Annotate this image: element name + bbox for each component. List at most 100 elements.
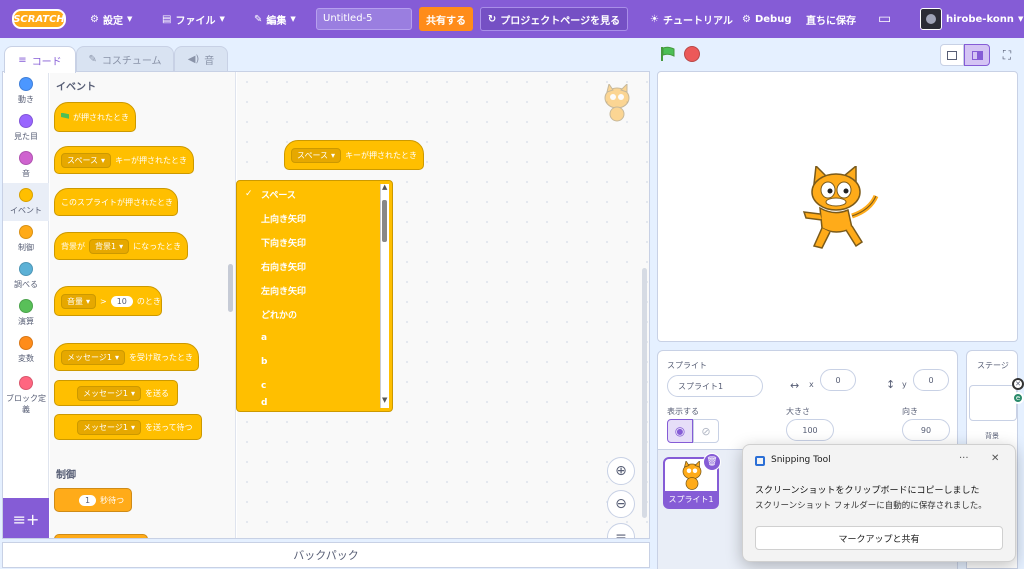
dropdown-item[interactable]: ✓ スペース bbox=[237, 182, 383, 206]
key-dropdown-open[interactable]: スペース ▾ bbox=[291, 147, 342, 163]
dropdown-item[interactable]: 左向き矢印 bbox=[237, 278, 383, 302]
hide-sprite-button[interactable]: ⊘ bbox=[693, 419, 719, 443]
category-my-blocks[interactable]: ブロック定義 bbox=[3, 372, 49, 418]
folder-icon[interactable]: ▭ bbox=[878, 0, 891, 38]
block-partial[interactable] bbox=[54, 534, 148, 538]
edit-menu[interactable]: ✎ 編集 ▼ bbox=[254, 0, 296, 38]
sprite-name-field[interactable]: スプライト1 bbox=[667, 375, 763, 397]
trash-icon[interactable]: 🗑 bbox=[703, 453, 721, 471]
dropdown-item[interactable]: a bbox=[237, 326, 383, 350]
y-field[interactable]: 0 bbox=[913, 369, 949, 391]
category-label: 見た目 bbox=[14, 132, 38, 141]
dropdown-item-label: 上向き矢印 bbox=[261, 214, 307, 225]
category-operators[interactable]: 演算 bbox=[3, 294, 49, 332]
category-label: イベント bbox=[10, 206, 42, 215]
project-title-input[interactable]: Untitled-5 bbox=[316, 8, 412, 30]
dropdown-scroll-thumb[interactable] bbox=[382, 200, 387, 242]
more-options-icon[interactable]: ··· bbox=[959, 453, 969, 464]
stop-button[interactable] bbox=[684, 46, 700, 62]
category-sensing[interactable]: 調べる bbox=[3, 257, 49, 295]
zoom-in-button[interactable]: ⊕ bbox=[607, 457, 635, 485]
block-wait[interactable]: 1 秒待つ bbox=[54, 488, 132, 512]
message-dropdown[interactable]: メッセージ1 ▾ bbox=[61, 349, 125, 365]
dropdown-item[interactable]: c bbox=[237, 374, 383, 398]
scroll-down-icon[interactable]: ▼ bbox=[382, 396, 387, 404]
file-menu[interactable]: ▤ ファイル ▼ bbox=[162, 0, 225, 38]
loudness-value-input[interactable]: 10 bbox=[110, 295, 133, 307]
backpack[interactable]: バックパック bbox=[2, 542, 650, 568]
sprite-watermark-icon bbox=[599, 82, 635, 124]
zoom-out-button[interactable]: ⊖ bbox=[607, 490, 635, 518]
settings-menu[interactable]: ⚙ 設定 ▼ bbox=[90, 0, 132, 38]
account-menu[interactable]: hirobe-konn ▼ bbox=[920, 0, 1023, 38]
block-when-loudness[interactable]: 音量 ▾ >10 のとき bbox=[54, 286, 162, 316]
zoom-reset-button[interactable]: = bbox=[607, 523, 635, 538]
pencil-icon: ✎ bbox=[254, 13, 263, 25]
tab-code[interactable]: ≡ コード bbox=[4, 46, 76, 73]
script-block-when-key-pressed[interactable]: スペース ▾ キーが押されたとき bbox=[284, 140, 424, 170]
block-when-receive[interactable]: メッセージ1 ▾ を受け取ったとき bbox=[54, 343, 199, 371]
cat-sprite[interactable] bbox=[800, 166, 880, 252]
green-flag-button[interactable] bbox=[660, 46, 676, 65]
tutorials-menu[interactable]: ☀ チュートリアル bbox=[650, 0, 733, 38]
size-field[interactable]: 100 bbox=[786, 419, 834, 441]
message-dropdown[interactable]: メッセージ1 ▾ bbox=[77, 419, 141, 435]
close-circle-icon[interactable]: ✕ bbox=[1012, 378, 1024, 390]
settings-label: 設定 bbox=[102, 15, 123, 27]
dropdown-item[interactable]: 下向き矢印 bbox=[237, 230, 383, 254]
x-field[interactable]: 0 bbox=[820, 369, 856, 391]
normal-stage-button[interactable] bbox=[964, 44, 990, 66]
dropdown-item[interactable]: d bbox=[237, 398, 383, 411]
direction-field[interactable]: 90 bbox=[902, 419, 950, 441]
scratch-logo[interactable]: SCRATCH bbox=[12, 9, 66, 29]
save-now-button[interactable]: 直ちに保存 bbox=[806, 0, 856, 38]
eye-icon: ◉ bbox=[674, 424, 686, 438]
block-broadcast[interactable]: メッセージ1 ▾ を送る bbox=[54, 380, 178, 406]
category-looks[interactable]: 見た目 bbox=[3, 109, 49, 147]
block-when-key-pressed[interactable]: スペース ▾ キーが押されたとき bbox=[54, 146, 194, 174]
dropdown-item[interactable]: 上向き矢印 bbox=[237, 206, 383, 230]
add-extension-button[interactable]: ≡+ bbox=[3, 498, 49, 538]
dropdown-item[interactable]: 右向き矢印 bbox=[237, 254, 383, 278]
debug-menu[interactable]: ⚙ Debug bbox=[742, 0, 792, 38]
block-when-backdrop-switches[interactable]: 背景が 背景1 ▾ になったとき bbox=[54, 232, 188, 260]
message-dropdown[interactable]: メッセージ1 ▾ bbox=[77, 385, 141, 401]
dropdown-item-label: 右向き矢印 bbox=[261, 262, 307, 273]
block-text: になったとき bbox=[133, 241, 182, 251]
category-sound[interactable]: 音 bbox=[3, 146, 49, 184]
caret-down-icon: ▾ bbox=[130, 388, 135, 398]
palette-scrollbar[interactable] bbox=[228, 264, 233, 312]
dropdown-item[interactable]: どれかの bbox=[237, 302, 383, 326]
wait-value-input[interactable]: 1 bbox=[79, 494, 97, 506]
dropdown-scrollbar[interactable]: ▲ ▼ bbox=[380, 183, 389, 408]
share-button[interactable]: 共有する bbox=[419, 7, 473, 31]
fullscreen-icon[interactable]: ⛶ bbox=[996, 44, 1018, 66]
loudness-dropdown[interactable]: 音量 ▾ bbox=[61, 293, 97, 309]
markup-share-button[interactable]: マークアップと共有 bbox=[755, 526, 1003, 550]
small-stage-button[interactable] bbox=[940, 44, 964, 66]
block-when-sprite-clicked[interactable]: このスプライトが押されたとき bbox=[54, 188, 178, 216]
tab-sounds[interactable]: ◀) 音 bbox=[174, 46, 228, 72]
scroll-up-icon[interactable]: ▲ bbox=[382, 183, 387, 191]
show-sprite-button[interactable]: ◉ bbox=[667, 419, 693, 443]
backdrop-dropdown[interactable]: 背景1 ▾ bbox=[89, 238, 130, 254]
dropdown-item[interactable]: b bbox=[237, 350, 383, 374]
block-text: 秒待つ bbox=[100, 495, 125, 505]
extension-badge-icon[interactable]: e bbox=[1012, 392, 1024, 404]
key-dropdown[interactable]: スペース ▾ bbox=[61, 152, 112, 168]
category-variables[interactable]: 変数 bbox=[3, 331, 49, 369]
category-motion[interactable]: 動き bbox=[3, 72, 49, 110]
caret-down-icon: ▼ bbox=[1017, 15, 1024, 23]
close-icon[interactable]: ✕ bbox=[991, 453, 999, 464]
script-scrollbar[interactable] bbox=[642, 268, 647, 518]
stage-thumbnail[interactable] bbox=[969, 385, 1017, 421]
sprite-thumbnail[interactable]: スプライト1 🗑 bbox=[663, 453, 721, 509]
dropdown-item-label: 左向き矢印 bbox=[261, 286, 307, 297]
tab-costumes[interactable]: ✎ コスチューム bbox=[76, 46, 174, 72]
block-broadcast-and-wait[interactable]: メッセージ1 ▾ を送って待つ bbox=[54, 414, 202, 440]
block-when-flag-clicked[interactable]: が押されたとき bbox=[54, 102, 136, 132]
see-project-page-button[interactable]: ↻ プロジェクトページを見る bbox=[480, 7, 628, 31]
stage[interactable] bbox=[657, 71, 1018, 342]
category-events[interactable]: イベント bbox=[3, 183, 49, 221]
category-control[interactable]: 制御 bbox=[3, 220, 49, 258]
